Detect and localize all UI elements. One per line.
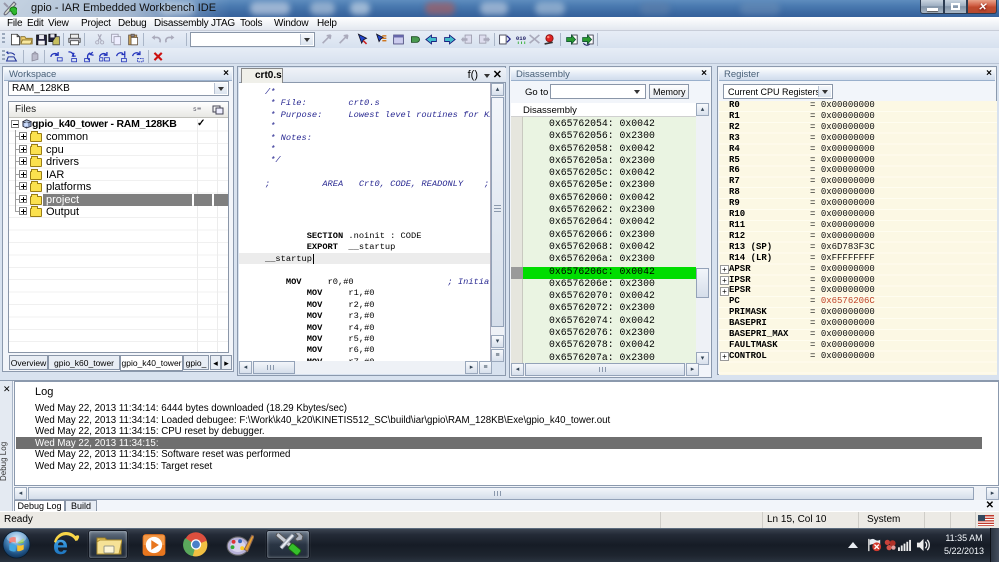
svg-text:010: 010 bbox=[516, 35, 527, 42]
svg-text:⁵⁼: ⁵⁼ bbox=[193, 105, 202, 115]
